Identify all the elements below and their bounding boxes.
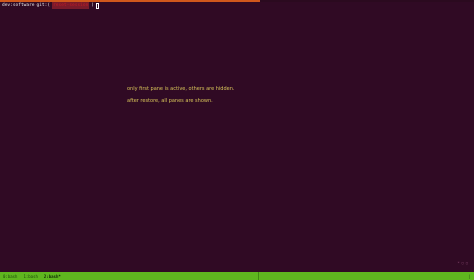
prompt-git-branch: reset-session <box>52 2 90 9</box>
status-divider <box>258 272 259 280</box>
status-window-0[interactable]: 0:bash <box>3 274 17 279</box>
status-window-list: 0:bash 1:bash 2:bash* <box>3 274 469 279</box>
message-line-1: only first pane is active, others are hi… <box>127 86 235 92</box>
prompt-git-label: git:( <box>36 3 51 8</box>
tmux-status-bar: 0:bash 1:bash 2:bash* | <box>0 272 474 280</box>
status-window-1[interactable]: 1:bash <box>23 274 37 279</box>
status-right: | <box>468 273 471 279</box>
pane-indicator: * ▢ ▢ <box>457 261 468 265</box>
terminal-window[interactable]: dev:software git:( reset-session ) only … <box>0 0 474 280</box>
prompt-path: dev:software <box>2 3 35 8</box>
status-window-2[interactable]: 2:bash* <box>44 274 61 279</box>
message-line-2: after restore, all panes are shown. <box>127 98 213 104</box>
prompt-git-close: ) <box>91 3 95 8</box>
shell-prompt: dev:software git:( reset-session ) <box>2 2 100 9</box>
terminal-cursor[interactable] <box>96 2 100 9</box>
